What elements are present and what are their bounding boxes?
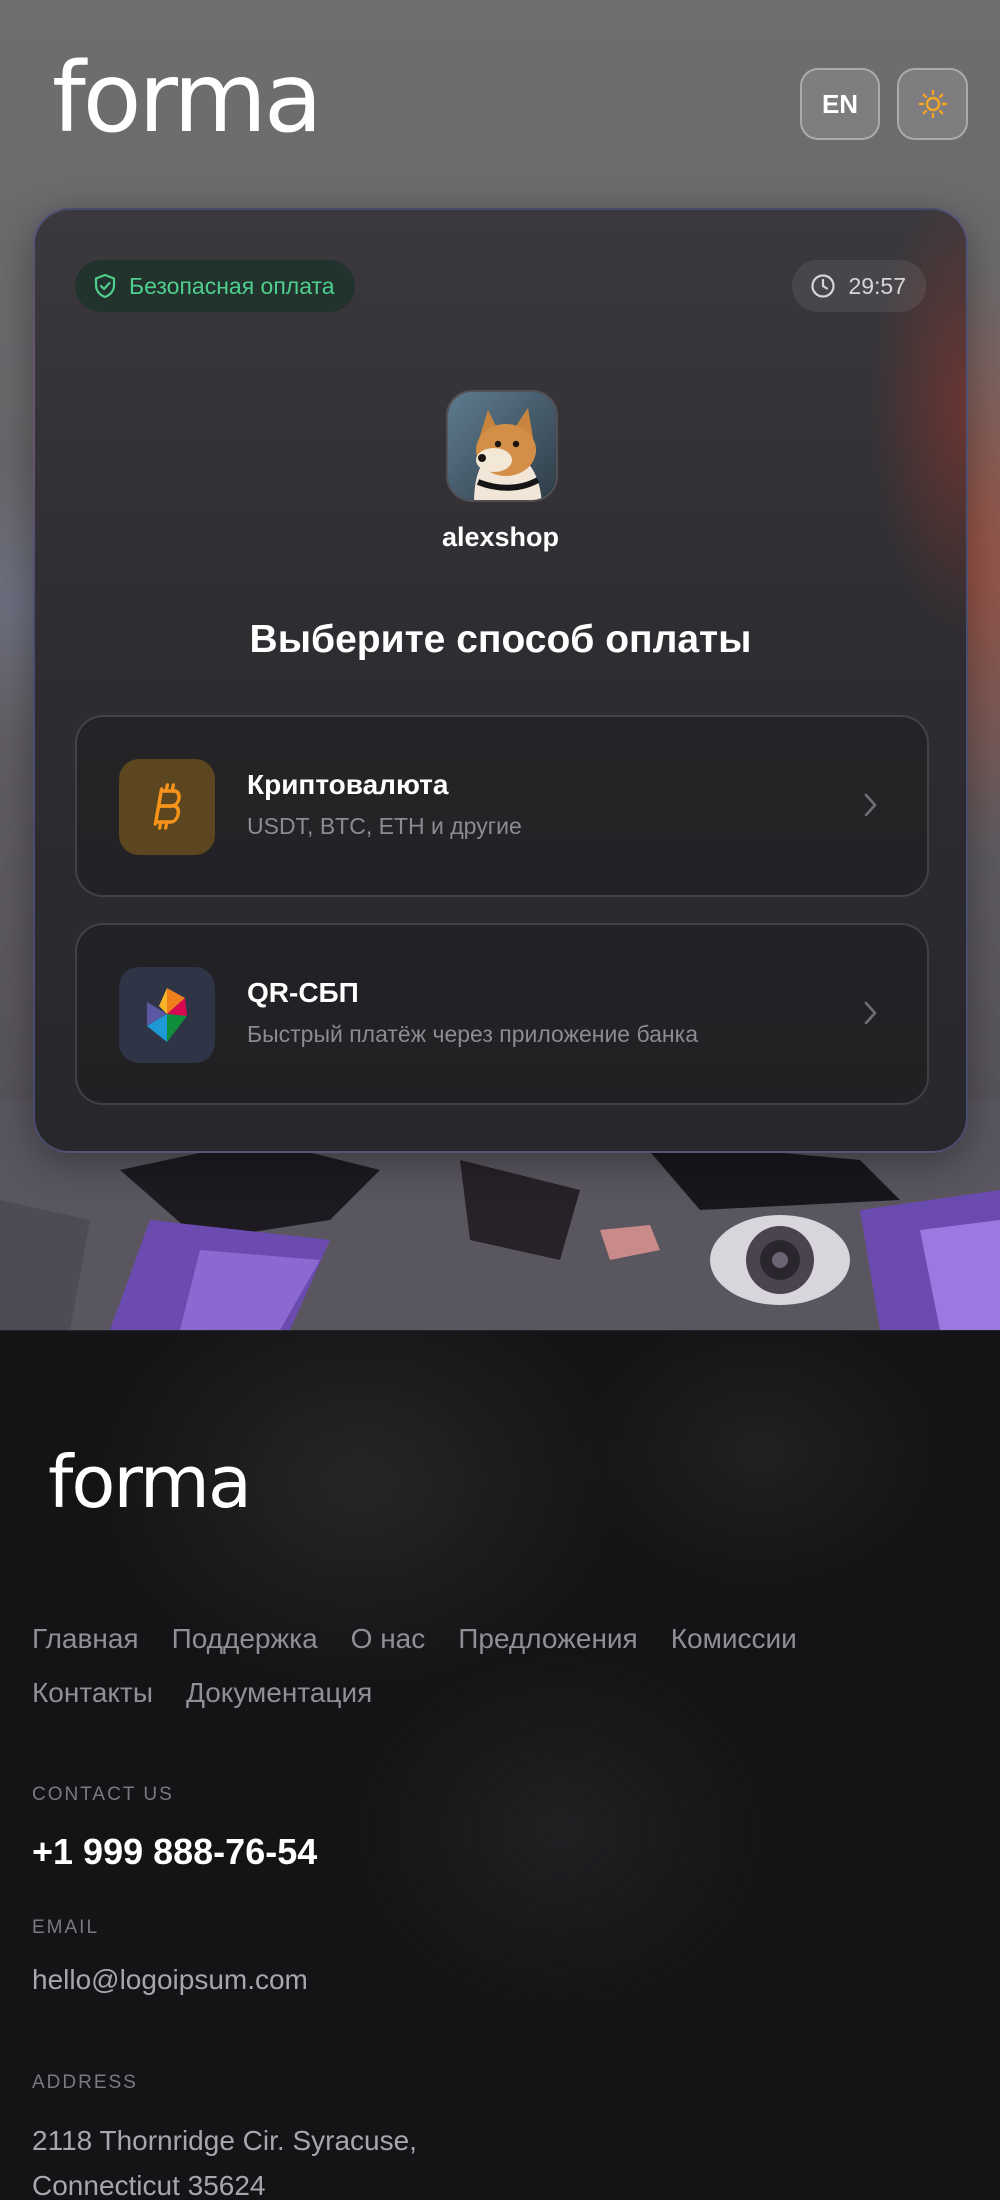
payment-method-title: Выберите способ оплаты xyxy=(249,618,752,661)
address-line-1: 2118 Thornridge Cir. Syracuse, xyxy=(32,2125,417,2156)
secure-payment-badge: Безопасная оплата xyxy=(75,260,355,312)
shop-name: alexshop xyxy=(441,522,560,552)
timer-value: 29:57 xyxy=(848,272,906,299)
shop-avatar xyxy=(446,390,558,502)
theme-toggle-button[interactable] xyxy=(897,68,968,140)
sbp-payment-option[interactable]: QR-СБП Быстрый платёж через приложение б… xyxy=(75,923,929,1105)
footer-link-offers[interactable]: Предложения xyxy=(458,1621,637,1657)
address-line-2: Connecticut 35624 xyxy=(32,2170,266,2200)
footer: forma Главная Поддержка О нас Предложени… xyxy=(0,1330,1000,2200)
footer-link-about[interactable]: О нас xyxy=(351,1621,426,1657)
option-subtitle: USDT, BTC, ETH и другие xyxy=(247,813,522,839)
secure-payment-label: Безопасная оплата xyxy=(129,272,335,299)
timer-badge: 29:57 xyxy=(792,260,926,312)
email-label: EMAIL xyxy=(32,1917,100,1938)
sbp-icon xyxy=(147,988,187,1042)
footer-link-docs[interactable]: Документация xyxy=(186,1675,372,1711)
crypto-icon-tile xyxy=(119,759,215,855)
language-button[interactable]: EN xyxy=(800,68,880,140)
contact-label: CONTACT US xyxy=(32,1784,174,1805)
option-subtitle: Быстрый платёж через приложение банка xyxy=(247,1021,698,1047)
footer-link-support[interactable]: Поддержка xyxy=(172,1621,318,1657)
chevron-right-icon xyxy=(864,1001,877,1025)
option-title: Криптовалюта xyxy=(247,769,449,800)
bitcoin-icon xyxy=(153,783,181,830)
shield-check-icon xyxy=(94,273,116,299)
header-logo[interactable]: forma xyxy=(52,50,323,146)
footer-nav: Главная Поддержка О нас Предложения Коми… xyxy=(32,1621,932,1711)
option-title: QR-СБП xyxy=(247,977,359,1008)
address-label: ADDRESS xyxy=(32,2072,138,2093)
chevron-right-icon xyxy=(864,793,877,817)
clock-icon xyxy=(811,274,836,298)
contact-phone[interactable]: +1 999 888-76-54 xyxy=(32,1831,317,1873)
footer-link-fees[interactable]: Комиссии xyxy=(671,1621,797,1657)
contact-email[interactable]: hello@logoipsum.com xyxy=(32,1964,308,1996)
sun-icon xyxy=(918,89,947,119)
footer-link-home[interactable]: Главная xyxy=(32,1621,139,1657)
contact-address: 2118 Thornridge Cir. Syracuse, Connectic… xyxy=(32,2118,552,2200)
footer-logo[interactable]: forma xyxy=(48,1446,252,1518)
footer-link-contacts[interactable]: Контакты xyxy=(32,1675,153,1711)
shiba-dog-avatar-image xyxy=(448,392,556,500)
sbp-icon-tile xyxy=(119,967,215,1063)
payment-card: Безопасная оплата 29:57 alexshop Выберит… xyxy=(33,208,968,1153)
crypto-payment-option[interactable]: Криптовалюта USDT, BTC, ETH и другие xyxy=(75,715,929,897)
